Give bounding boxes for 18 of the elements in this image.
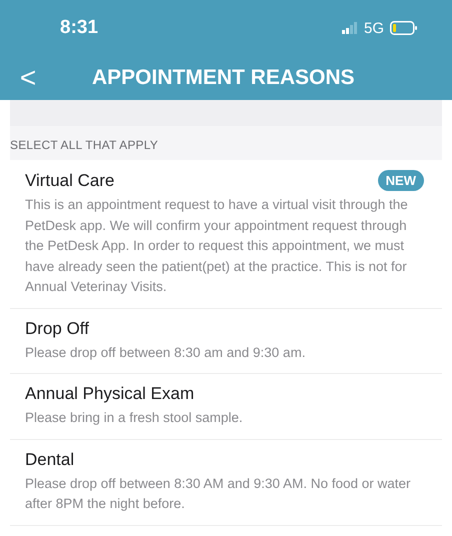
reason-description: This is an appointment request to have a virtual visit through the PetDesk app. We will confirm your appointment request through the PetDesk App. In order to request this appointment, we must have already seen the patient(pet) at the practice. This is not for Annual Veterinay Visits. [25, 196, 409, 296]
screen-title: APPOINTMENT REASONS [92, 66, 355, 90]
new-badge: NEW [378, 170, 424, 191]
reason-title: Virtual Care [25, 170, 114, 190]
battery-icon [390, 21, 418, 35]
section-label: SELECT ALL THAT APPLY [10, 138, 160, 152]
reason-title: Drop Off [25, 318, 89, 338]
network-label: 5G [364, 20, 384, 36]
signal-icon [342, 22, 358, 34]
reason-description: Please bring in a fresh stool sample. [25, 409, 244, 427]
reason-title: Annual Physical Exam [25, 384, 194, 404]
reason-item[interactable]: Annual Physical Exam Please bring in a fresh stool sample. [10, 374, 442, 440]
status-time: 8:31 [60, 17, 100, 39]
reason-item[interactable]: Drop Off Please drop off between 8:30 am and 9:30 am. [10, 308, 442, 374]
reason-title: Dental [25, 450, 74, 470]
reason-description: Please drop off between 8:30 AM and 9:30 AM. No food or water after 8PM the night before. [25, 474, 412, 513]
reason-item[interactable]: Dental Please drop off between 8:30 AM and 9:30 AM. No food or water after 8PM the night before. [10, 440, 442, 526]
reason-description: Please drop off between 8:30 am and 9:30 am. [25, 344, 306, 362]
